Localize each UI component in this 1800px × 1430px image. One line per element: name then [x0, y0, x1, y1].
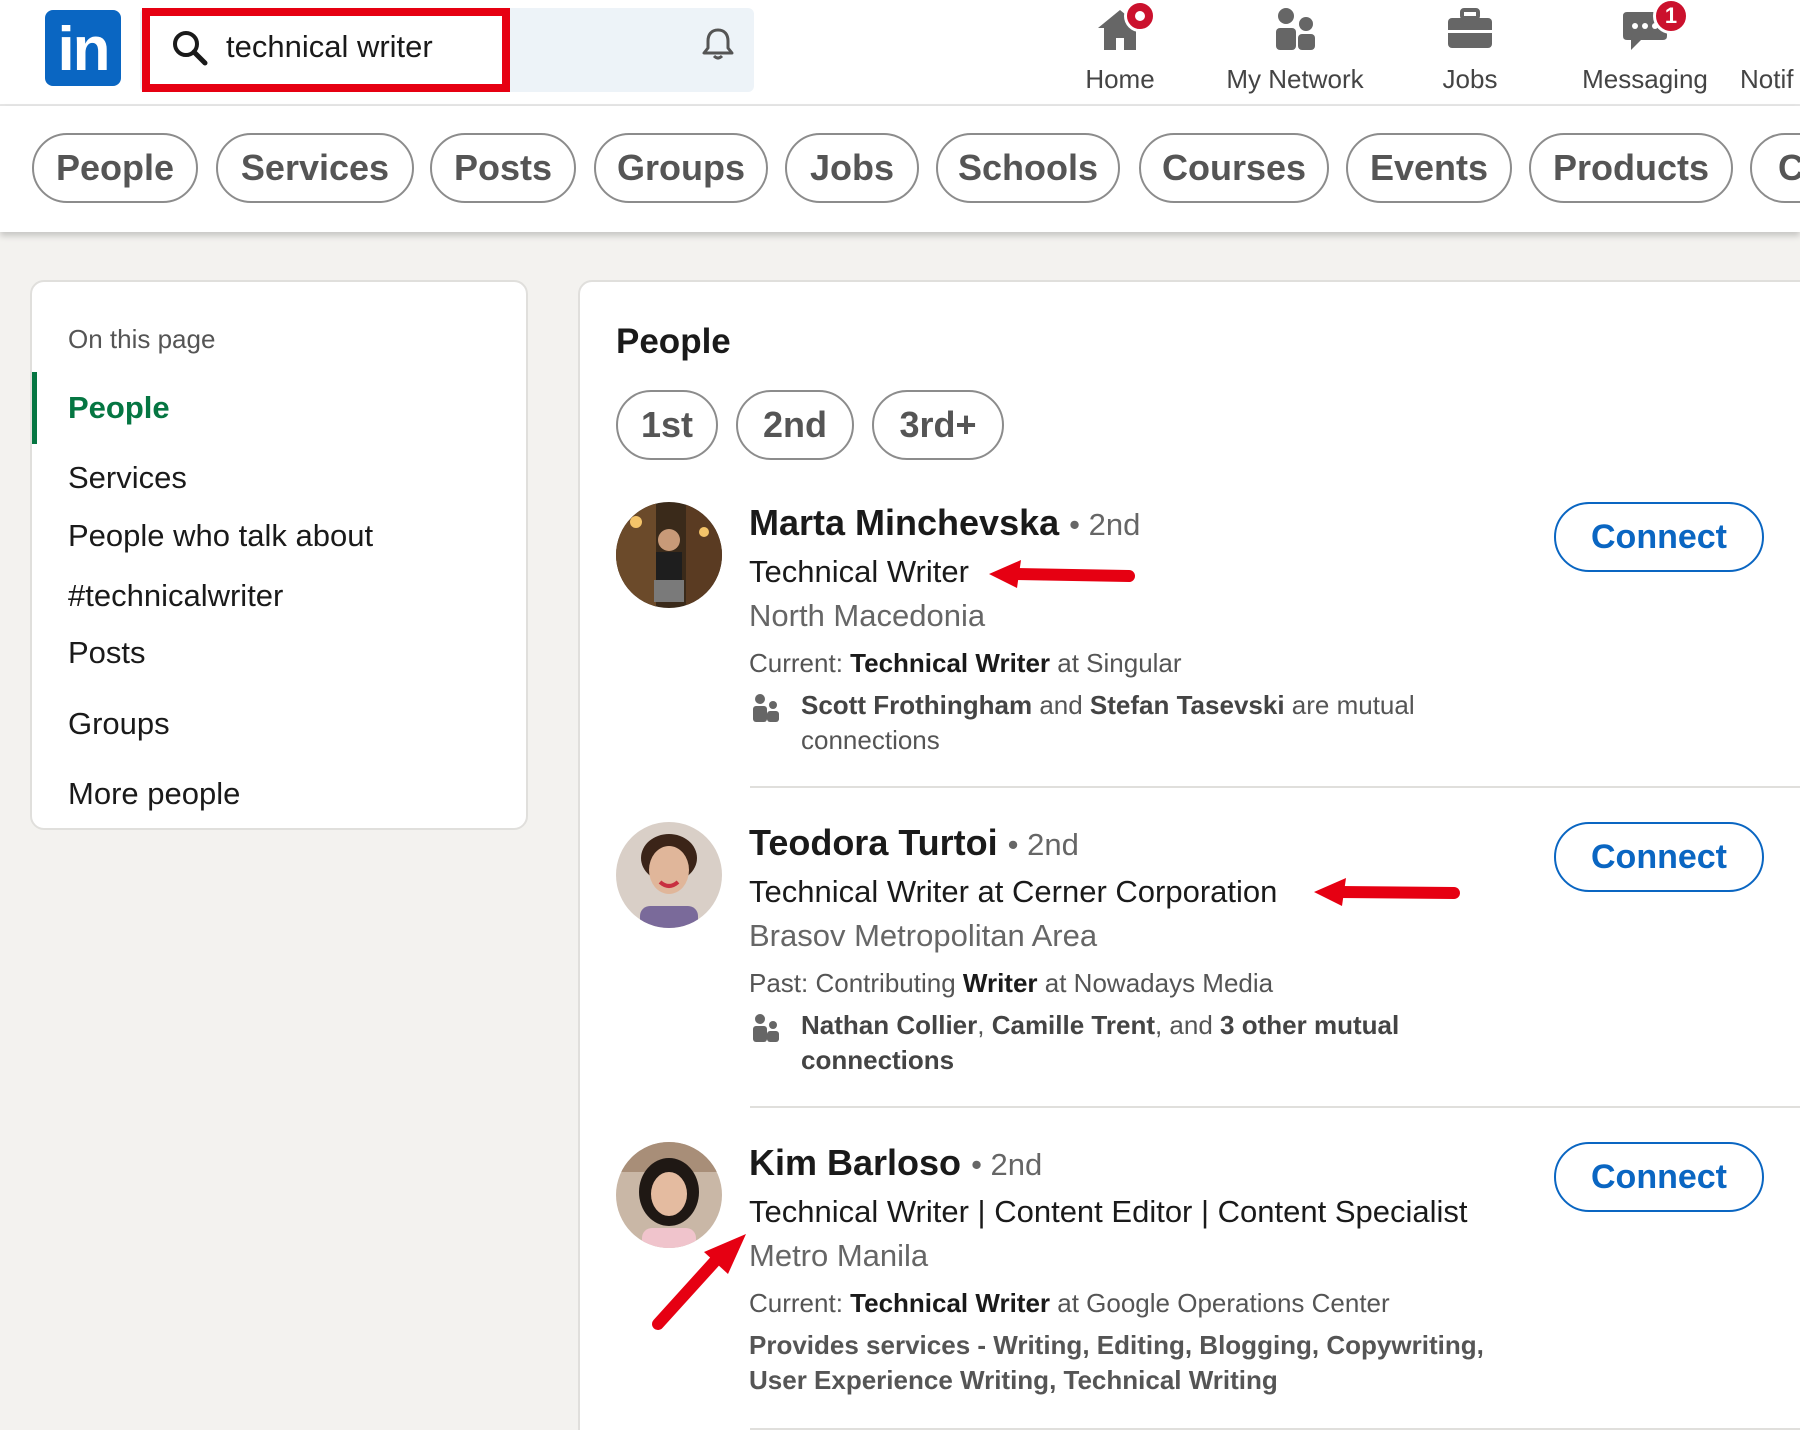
context-suffix: at Nowadays Media — [1037, 968, 1274, 998]
result-location: Metro Manila — [749, 1238, 929, 1273]
nav-notifications-label: Notif — [1740, 64, 1794, 94]
context-prefix: Current: — [749, 1288, 851, 1318]
mutual-separator: , — [977, 1010, 992, 1040]
filter-posts[interactable]: Posts — [430, 133, 576, 203]
mutual-name[interactable]: Camille Trent — [992, 1010, 1155, 1040]
result-name[interactable]: Kim Barloso • 2nd — [749, 1142, 1042, 1184]
sidebar-item-groups[interactable]: Groups — [68, 694, 170, 754]
connect-button[interactable]: Connect — [1554, 1142, 1764, 1212]
nav-messaging-label: Messaging — [1582, 64, 1708, 94]
filter-jobs[interactable]: Jobs — [785, 133, 919, 203]
result-headline: Technical Writer | Content Editor | Cont… — [749, 1194, 1468, 1229]
mutual-separator: and — [1032, 690, 1090, 720]
result-context: Current: Technical Writer at Google Oper… — [749, 1288, 1390, 1319]
mutual-name[interactable]: Scott Frothingham — [801, 690, 1032, 720]
on-this-page-card: On this page People Services People who … — [30, 280, 528, 830]
top-nav-bar: in Home My Networ — [0, 0, 1800, 106]
search-input[interactable] — [164, 22, 494, 72]
notifications-icon — [1740, 4, 1790, 54]
result-headline: Technical Writer at Cerner Corporation — [749, 874, 1278, 909]
filter-courses[interactable]: Courses — [1139, 133, 1329, 203]
result-divider — [750, 1106, 1800, 1108]
filter-events[interactable]: Events — [1346, 133, 1512, 203]
messaging-badge: 1 — [1653, 0, 1689, 34]
result-name-text[interactable]: Kim Barloso — [749, 1142, 961, 1183]
mutual-connections-icon — [753, 694, 779, 722]
connect-button[interactable]: Connect — [1554, 822, 1764, 892]
result-item: Kim Barloso • 2nd Technical Writer | Con… — [616, 1142, 1800, 1430]
annotation-arrow — [1314, 878, 1460, 906]
degree-filter-2nd[interactable]: 2nd — [736, 390, 854, 460]
nav-jobs-label: Jobs — [1442, 64, 1498, 94]
sidebar-item-people[interactable]: People — [68, 378, 170, 438]
nav-messaging[interactable]: 1 Messaging — [1570, 0, 1720, 95]
filter-products[interactable]: Products — [1529, 133, 1733, 203]
sidebar-item-hashtag[interactable]: #technicalwriter — [68, 566, 283, 626]
mutual-connections[interactable]: Nathan Collier, Camille Trent, and 3 oth… — [801, 1008, 1521, 1078]
people-results-card: People 1st 2nd 3rd+ Marta Minchevska • 2… — [578, 280, 1800, 1430]
result-context: Past: Contributing Writer at Nowadays Me… — [749, 968, 1273, 999]
result-location: North Macedonia — [749, 598, 986, 633]
result-name-text[interactable]: Teodora Turtoi — [749, 822, 998, 863]
filter-people[interactable]: People — [32, 133, 198, 203]
context-highlight: Writer — [962, 968, 1038, 998]
degree-filter-3rd-plus[interactable]: 3rd+ — [872, 390, 1004, 460]
my-network-icon — [1269, 4, 1321, 54]
annotation-arrow — [652, 1234, 746, 1330]
context-suffix: at Singular — [1050, 648, 1182, 678]
nav-notifications[interactable]: Notif — [1740, 4, 1800, 95]
filter-groups[interactable]: Groups — [594, 133, 768, 203]
connection-degree: • 2nd — [1069, 507, 1141, 542]
avatar[interactable] — [616, 822, 722, 928]
mutual-separator: , and — [1154, 1010, 1221, 1040]
result-location: Brasov Metropolitan Area — [749, 918, 1098, 953]
on-this-page-heading: On this page — [68, 324, 216, 354]
context-suffix: at Google Operations Center — [1050, 1288, 1390, 1318]
linkedin-logo[interactable]: in — [45, 10, 121, 86]
result-headline: Technical Writer — [749, 554, 969, 589]
nav-home-label: Home — [1085, 64, 1155, 94]
context-prefix: Past: Contributing — [749, 968, 963, 998]
result-name-text[interactable]: Marta Minchevska — [749, 502, 1059, 543]
result-item: Teodora Turtoi • 2nd Technical Writer at… — [616, 822, 1800, 1112]
sidebar-item-more-people[interactable]: More people — [68, 764, 240, 824]
sidebar-item-posts[interactable]: Posts — [68, 623, 146, 683]
sidebar-item-services[interactable]: Services — [68, 448, 187, 508]
sidebar-item-people-who-talk[interactable]: People who talk about — [68, 506, 373, 566]
home-icon — [1094, 0, 1156, 54]
degree-filter-1st[interactable]: 1st — [616, 390, 718, 460]
result-item: Marta Minchevska • 2nd Technical Writer … — [616, 502, 1800, 792]
mutual-connections[interactable]: Scott Frothingham and Stefan Tasevski ar… — [801, 688, 1521, 758]
avatar[interactable] — [616, 502, 722, 608]
briefcase-icon — [1444, 4, 1496, 54]
result-name[interactable]: Marta Minchevska • 2nd — [749, 502, 1140, 544]
filter-more[interactable]: C — [1750, 133, 1800, 203]
nav-home[interactable]: Home — [1075, 0, 1165, 95]
section-title: People — [616, 322, 731, 361]
mutual-name[interactable]: Nathan Collier — [801, 1010, 977, 1040]
nav-jobs[interactable]: Jobs — [1425, 4, 1515, 95]
connection-degree: • 2nd — [971, 1147, 1043, 1182]
mutual-connections-icon — [753, 1014, 779, 1042]
nav-my-network-label: My Network — [1226, 64, 1364, 94]
connect-button[interactable]: Connect — [1554, 502, 1764, 572]
nav-my-network[interactable]: My Network — [1215, 4, 1375, 95]
home-notification-dot — [1124, 0, 1156, 32]
context-prefix: Current: — [749, 648, 851, 678]
result-context: Current: Technical Writer at Singular — [749, 648, 1182, 679]
active-indicator — [32, 372, 37, 444]
connection-degree: • 2nd — [1007, 827, 1079, 862]
filter-services[interactable]: Services — [216, 133, 414, 203]
filter-schools[interactable]: Schools — [936, 133, 1120, 203]
bell-icon[interactable] — [700, 26, 736, 62]
provides-services: Provides services - Writing, Editing, Bl… — [749, 1330, 1484, 1395]
mutual-name[interactable]: Stefan Tasevski — [1090, 690, 1285, 720]
context-highlight: Technical Writer — [850, 648, 1051, 678]
messaging-icon: 1 — [1619, 0, 1689, 54]
context-highlight: Technical Writer — [850, 1288, 1051, 1318]
annotation-arrow — [989, 560, 1135, 588]
result-name[interactable]: Teodora Turtoi • 2nd — [749, 822, 1079, 864]
search-filter-bar: People Services Posts Groups Jobs School… — [0, 106, 1800, 232]
result-divider — [750, 786, 1800, 788]
